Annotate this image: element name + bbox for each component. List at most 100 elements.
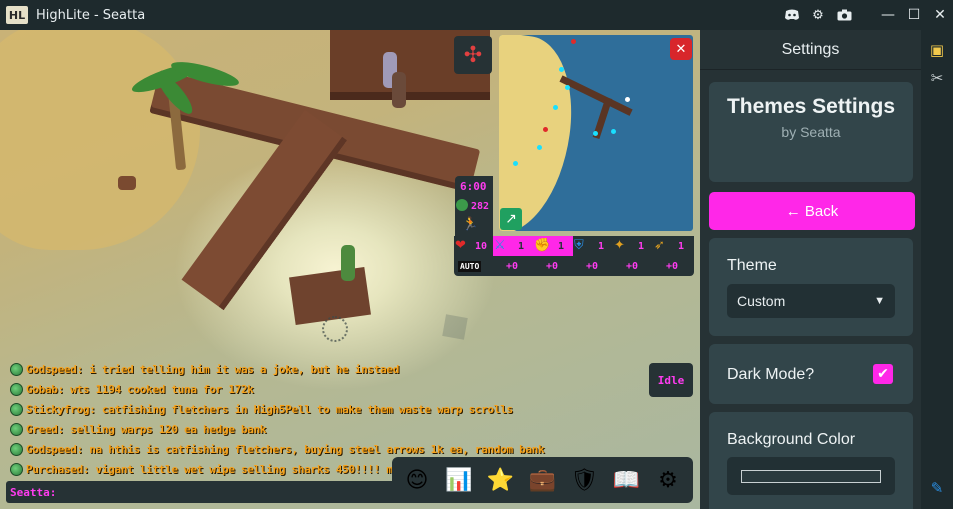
color-swatch xyxy=(741,470,881,483)
minimap-npc-dot xyxy=(593,131,598,136)
emotes-icon[interactable]: 😊 xyxy=(400,463,434,497)
settings-panel: Settings Themes Settings by Seatta ← Bac… xyxy=(700,30,921,509)
minimap-npc-dot xyxy=(565,85,570,90)
dark-mode-checkbox[interactable]: ✔ xyxy=(873,364,893,384)
chat-message-text: Gobab: wts 1194 cooked tuna for 172k xyxy=(26,382,254,396)
background-color-picker[interactable] xyxy=(727,457,895,495)
combat-bonus-value: +0 xyxy=(626,261,639,272)
combat-level-value: 1 xyxy=(518,241,525,252)
plugin-sidebar: ▣ ✂ ✎ xyxy=(921,30,953,509)
chat-message: Greed: selling warps 120 ea hedge bank xyxy=(10,419,570,439)
background-color-card: Background Color xyxy=(709,412,913,509)
game-time: 6:00 xyxy=(460,180,487,193)
run-icon[interactable]: 🏃 xyxy=(462,217,478,232)
globe-icon xyxy=(10,462,23,476)
theme-select[interactable]: Custom ▼ xyxy=(727,284,895,318)
globe-icon xyxy=(10,442,23,456)
close-button[interactable]: ✕ xyxy=(927,0,953,30)
treasure-chest-icon[interactable]: ▣ xyxy=(927,40,947,60)
settings-header: Settings xyxy=(700,30,921,70)
minimap-expand-button[interactable]: ↗ xyxy=(500,208,522,230)
player-character[interactable] xyxy=(341,245,355,281)
bottom-toolbar: 😊 📊 ⭐ 💼 🛡 📖 ⚙ xyxy=(392,457,693,503)
combat-bonus-value: +0 xyxy=(666,261,679,272)
minimap-player-dot xyxy=(543,127,548,132)
combat-level-value: 1 xyxy=(678,241,685,252)
auto-retaliate-toggle[interactable]: AUTO xyxy=(458,261,482,272)
minimap-player-dot xyxy=(571,39,576,44)
chat-message-text: Godspeed: na hthis is catfishing fletche… xyxy=(26,442,545,456)
combat-level-value: 1 xyxy=(598,241,605,252)
chat-message: Gobab: wts 1194 cooked tuna for 172k xyxy=(10,379,570,399)
combat-level-value: 1 xyxy=(558,241,565,252)
equipment-icon[interactable]: 🛡 xyxy=(567,463,601,497)
water-shadow xyxy=(442,314,468,340)
chat-message: Stickyfrog: catfishing fletchers in High… xyxy=(10,399,570,419)
combat-bonus-value: +0 xyxy=(506,261,519,272)
minimap[interactable] xyxy=(499,35,693,231)
minimap-npc-dot xyxy=(553,105,558,110)
globe-icon xyxy=(10,362,23,376)
chat-message: Godspeed: na hthis is catfishing fletche… xyxy=(10,439,570,459)
discord-icon[interactable] xyxy=(779,0,805,30)
shield-icon: ⛨ xyxy=(574,238,584,253)
heart-icon: ❤ xyxy=(455,238,466,253)
globe-icon xyxy=(10,422,23,436)
chat-message-text: Stickyfrog: catfishing fletchers in High… xyxy=(26,402,513,416)
magic-wand-icon: ✦ xyxy=(614,238,625,253)
minimap-npc-dot xyxy=(513,161,518,166)
dark-mode-label: Dark Mode? xyxy=(727,366,815,383)
beach-sand xyxy=(0,30,200,250)
theme-label: Theme xyxy=(727,257,777,274)
globe-icon xyxy=(10,382,23,396)
theme-select-value: Custom xyxy=(737,293,786,309)
coins-icon xyxy=(456,199,468,211)
chat-message-text: Greed: selling warps 120 ea hedge bank xyxy=(26,422,267,436)
theme-option-card: Theme Custom ▼ xyxy=(709,238,913,336)
pencil-icon[interactable]: ✎ xyxy=(927,478,947,498)
chat-message-text: Purchased: vigant little wet wipe sellin… xyxy=(26,462,431,476)
spellbook-icon[interactable]: 📖 xyxy=(609,463,643,497)
chat-message-text: Godspeed: i tried telling him it was a j… xyxy=(26,362,400,376)
combat-level-value: 1 xyxy=(638,241,645,252)
minimap-item-dot xyxy=(625,97,630,102)
chat-input[interactable]: Seatta: xyxy=(6,481,406,503)
minimap-npc-dot xyxy=(537,145,542,150)
coins-value: 282 xyxy=(471,201,490,212)
minimap-close-button[interactable]: ✕ xyxy=(670,38,692,60)
app-logo: HL xyxy=(6,6,28,24)
npc-character[interactable] xyxy=(392,72,406,108)
settings-icon[interactable]: ⚙ xyxy=(651,463,685,497)
hitpoints-value: 10 xyxy=(475,241,488,252)
bow-icon: ➶ xyxy=(654,238,665,253)
barrel[interactable] xyxy=(118,176,136,190)
background-color-label: Background Color xyxy=(727,431,856,448)
crossed-swords-icon: ⚔ xyxy=(494,238,506,253)
camera-icon[interactable] xyxy=(831,0,857,30)
gear-icon[interactable]: ⚙ xyxy=(805,0,831,30)
minimap-land xyxy=(499,35,583,231)
chevron-down-icon: ▼ xyxy=(874,295,885,307)
globe-icon xyxy=(10,402,23,416)
inventory-icon[interactable]: 💼 xyxy=(525,463,559,497)
themes-title: Themes Settings xyxy=(726,95,896,118)
fist-icon: ✊ xyxy=(534,238,551,253)
maximize-button[interactable]: ☐ xyxy=(901,0,927,30)
back-button[interactable]: ← Back xyxy=(709,192,915,230)
chat-message: Godspeed: i tried telling him it was a j… xyxy=(10,359,570,379)
combat-bonus-value: +0 xyxy=(546,261,559,272)
themes-title-card: Themes Settings by Seatta xyxy=(709,82,913,182)
combat-bonus-value: +0 xyxy=(586,261,599,272)
stats-icon[interactable]: 📊 xyxy=(442,463,476,497)
quests-icon[interactable]: ⭐ xyxy=(484,463,518,497)
themes-author: by Seatta xyxy=(781,124,841,140)
tools-icon[interactable]: ✂ xyxy=(927,68,947,88)
minimap-npc-dot xyxy=(559,67,564,72)
window-title: HighLite - Seatta xyxy=(36,7,146,23)
compass-icon[interactable]: ✣ xyxy=(454,36,492,74)
ground-marker xyxy=(322,316,348,342)
title-bar: HL HighLite - Seatta ⚙ — ☐ ✕ xyxy=(0,0,953,30)
minimize-button[interactable]: — xyxy=(875,0,901,30)
minimap-npc-dot xyxy=(611,129,616,134)
idle-status-button[interactable]: Idle xyxy=(649,363,693,397)
